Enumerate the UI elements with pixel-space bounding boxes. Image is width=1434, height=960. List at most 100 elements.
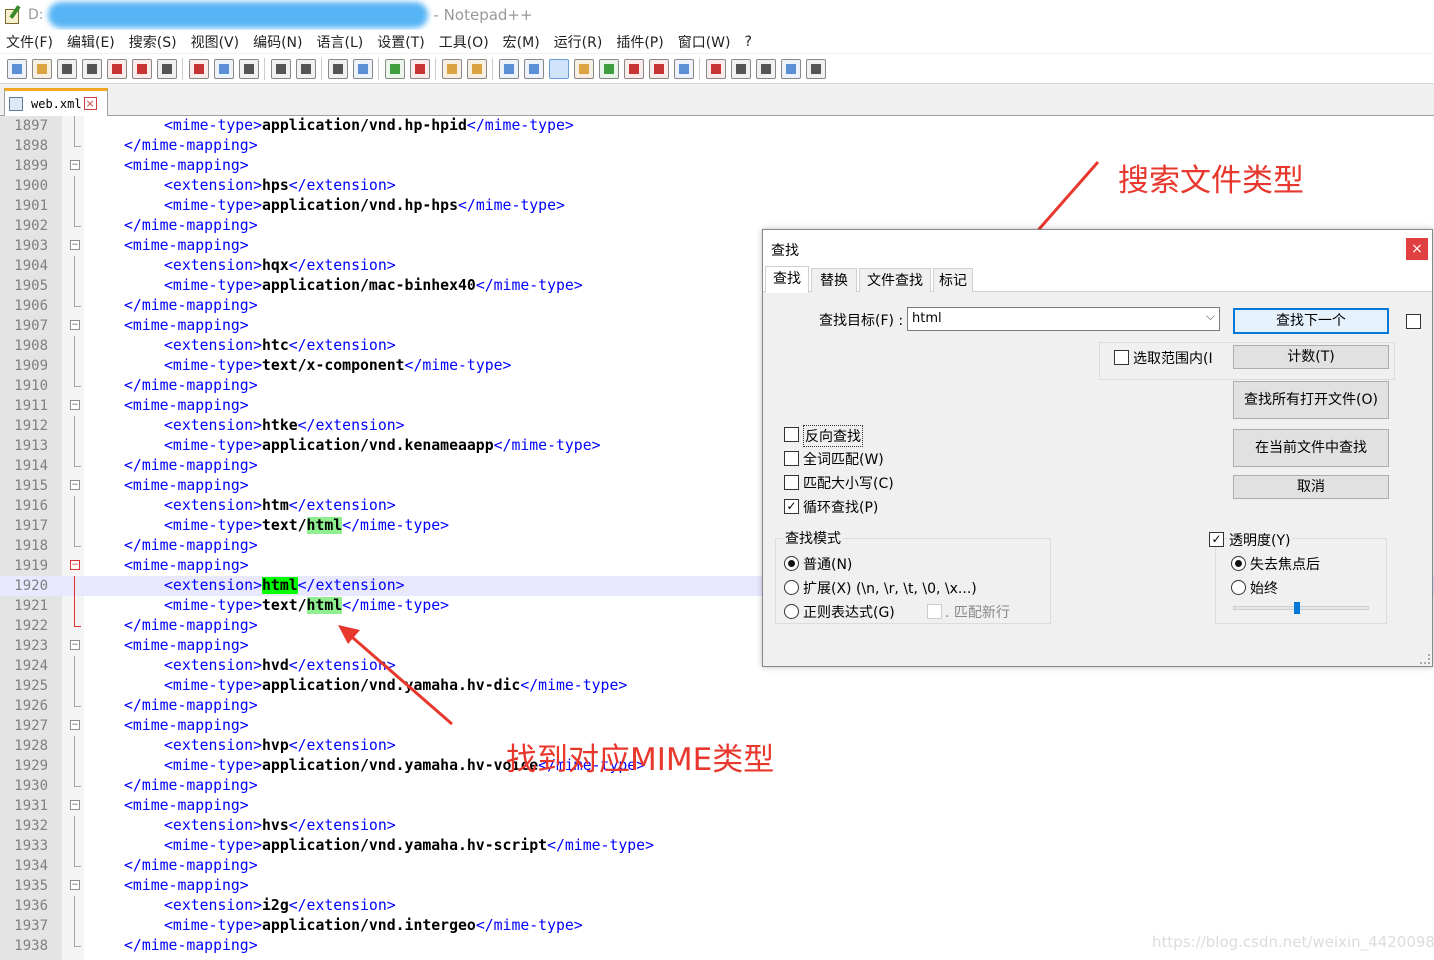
fold-toggle-icon[interactable]: − <box>70 560 80 570</box>
function-list-icon[interactable] <box>623 58 644 79</box>
transparency-always-radio[interactable] <box>1231 580 1246 595</box>
fold-toggle-icon[interactable]: − <box>70 320 80 330</box>
menu-item[interactable]: 窗口(W) <box>671 32 738 52</box>
match-case-checkbox[interactable] <box>784 475 799 490</box>
menu-item[interactable]: 文件(F) <box>0 32 60 52</box>
mode-normal-radio[interactable] <box>784 556 799 571</box>
print-icon[interactable] <box>156 58 177 79</box>
close-all-icon[interactable] <box>131 58 152 79</box>
sync-horizontal-icon[interactable] <box>466 58 487 79</box>
run-macro-multiple-icon[interactable] <box>780 58 801 79</box>
zoom-in-icon[interactable] <box>384 58 405 79</box>
cut-icon[interactable] <box>188 58 209 79</box>
code-line[interactable]: 1926 </mime-mapping> <box>0 696 1434 716</box>
fold-toggle-icon[interactable]: − <box>70 880 80 890</box>
backward-checkbox[interactable] <box>784 427 799 442</box>
code-line[interactable]: 1933 <mime-type>application/vnd.yamaha.hv… <box>0 836 1434 856</box>
transparency-on-lose-focus-radio[interactable] <box>1231 556 1246 571</box>
language-icon[interactable] <box>573 58 594 79</box>
dot-matches-newline-checkbox[interactable] <box>927 604 942 619</box>
record-macro-icon[interactable] <box>705 58 726 79</box>
indent-guide-icon[interactable] <box>548 58 569 79</box>
code-line[interactable]: 1930 </mime-mapping> <box>0 776 1434 796</box>
new-file-icon[interactable] <box>6 58 27 79</box>
code-line[interactable]: 1935 − <mime-mapping> <box>0 876 1434 896</box>
fold-toggle-icon[interactable]: − <box>70 640 80 650</box>
menu-item[interactable]: 编码(N) <box>246 32 309 52</box>
fold-toggle-icon[interactable]: − <box>70 400 80 410</box>
wrap-around-checkbox[interactable]: ✓ <box>784 499 799 514</box>
transparency-slider[interactable] <box>1233 606 1369 610</box>
fold-toggle-icon[interactable]: − <box>70 240 80 250</box>
code-line[interactable]: 1934 </mime-mapping> <box>0 856 1434 876</box>
replace-icon[interactable] <box>352 58 373 79</box>
word-wrap-icon[interactable] <box>498 58 519 79</box>
tab-replace[interactable]: 替换 <box>811 268 857 292</box>
close-file-icon[interactable] <box>106 58 127 79</box>
menu-item[interactable]: 编辑(E) <box>60 32 122 52</box>
open-file-icon[interactable] <box>31 58 52 79</box>
resize-grip-icon[interactable] <box>1420 654 1430 664</box>
close-icon[interactable]: × <box>1406 238 1428 260</box>
whole-word-checkbox[interactable] <box>784 451 799 466</box>
menu-item[interactable]: 运行(R) <box>547 32 610 52</box>
redo-icon[interactable] <box>295 58 316 79</box>
tab-find[interactable]: 查找 <box>765 266 809 293</box>
folder-workspace-icon[interactable] <box>648 58 669 79</box>
fold-end-marker <box>74 776 81 787</box>
find-next-button[interactable]: 查找下一个 <box>1233 308 1389 334</box>
menu-item[interactable]: ? <box>738 34 759 50</box>
sync-vertical-icon[interactable] <box>441 58 462 79</box>
fold-toggle-icon[interactable]: − <box>70 800 80 810</box>
in-selection-checkbox[interactable] <box>1114 350 1129 365</box>
chevron-down-icon[interactable]: ⌵ <box>1206 309 1215 324</box>
menu-item[interactable]: 设置(T) <box>370 32 431 52</box>
menu-item[interactable]: 搜索(S) <box>122 32 184 52</box>
fold-toggle-icon[interactable]: − <box>70 160 80 170</box>
save-macro-icon[interactable] <box>805 58 826 79</box>
mode-extended-radio[interactable] <box>784 580 799 595</box>
menu-item[interactable]: 语言(L) <box>310 32 371 52</box>
tab-find-in-files[interactable]: 文件查找 <box>859 268 931 292</box>
tab-web-xml[interactable]: web.xml × <box>4 88 108 116</box>
cancel-button[interactable]: 取消 <box>1233 475 1389 499</box>
show-all-characters-icon[interactable] <box>523 58 544 79</box>
undo-icon[interactable] <box>270 58 291 79</box>
close-tab-icon[interactable]: × <box>83 97 97 110</box>
fold-toggle-icon[interactable]: − <box>70 480 80 490</box>
menu-item[interactable]: 工具(O) <box>432 32 496 52</box>
menu-item[interactable]: 宏(M) <box>496 32 547 52</box>
find-next-option-checkbox[interactable] <box>1406 314 1421 329</box>
toolbar-separator <box>435 57 436 80</box>
fold-line-marker <box>74 436 75 456</box>
tab-mark[interactable]: 标记 <box>933 268 973 292</box>
menu-item[interactable]: 视图(V) <box>184 32 247 52</box>
code-line[interactable]: 1931 − <mime-mapping> <box>0 796 1434 816</box>
save-all-icon[interactable] <box>81 58 102 79</box>
find-all-current-file-button[interactable]: 在当前文件中查找 <box>1233 429 1389 467</box>
code-line[interactable]: 1932 <extension>hvs</extension> <box>0 816 1434 836</box>
menu-item[interactable]: 插件(P) <box>609 32 670 52</box>
stop-recording-icon[interactable] <box>730 58 751 79</box>
document-map-icon[interactable] <box>598 58 619 79</box>
paste-icon[interactable] <box>238 58 259 79</box>
find-target-input[interactable]: html ⌵ <box>907 307 1220 331</box>
code-line[interactable]: 1898 </mime-mapping> <box>0 136 1434 156</box>
transparency-slider-thumb[interactable] <box>1294 602 1301 614</box>
count-button[interactable]: 计数(T) <box>1233 345 1389 369</box>
transparency-checkbox[interactable]: ✓ <box>1209 532 1224 547</box>
monitoring-icon[interactable] <box>673 58 694 79</box>
code-line[interactable]: 1897 <mime-type>application/vnd.hp-hpid</… <box>0 116 1434 136</box>
code-line[interactable]: 1925 <mime-type>application/vnd.yamaha.hv… <box>0 676 1434 696</box>
save-icon[interactable] <box>56 58 77 79</box>
mode-regex-radio[interactable] <box>784 604 799 619</box>
find-all-open-files-button[interactable]: 查找所有打开文件(O) <box>1233 381 1389 419</box>
play-macro-icon[interactable] <box>755 58 776 79</box>
code-line[interactable]: 1936 <extension>i2g</extension> <box>0 896 1434 916</box>
fold-end-marker <box>74 136 81 147</box>
zoom-out-icon[interactable] <box>409 58 430 79</box>
copy-icon[interactable] <box>213 58 234 79</box>
code-line[interactable]: 1927 − <mime-mapping> <box>0 716 1434 736</box>
find-icon[interactable] <box>327 58 348 79</box>
fold-toggle-icon[interactable]: − <box>70 720 80 730</box>
